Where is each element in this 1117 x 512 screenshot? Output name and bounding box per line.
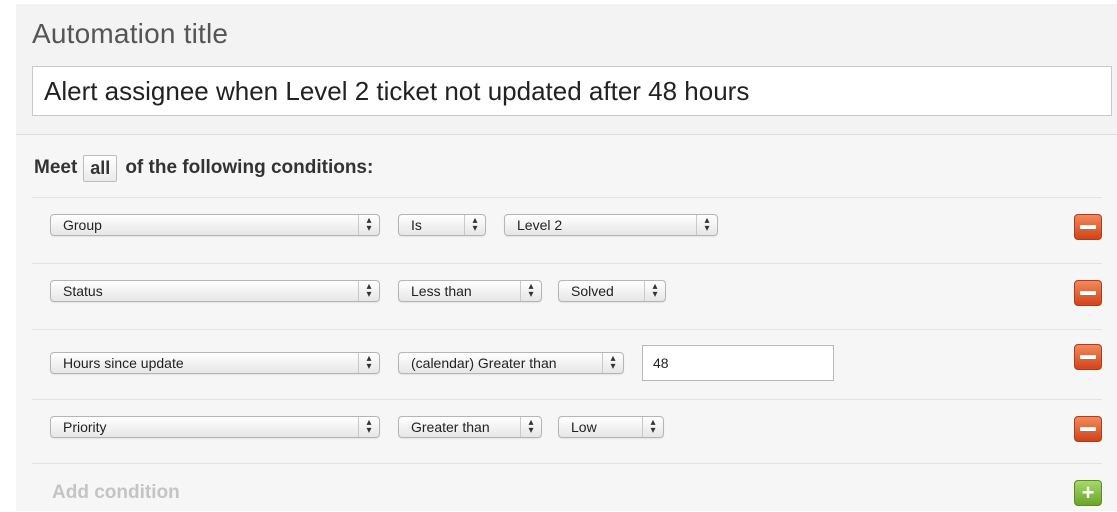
updown-arrows-icon: ▴ ▾ — [464, 215, 485, 235]
automation-title-section: Automation title — [16, 4, 1117, 134]
minus-icon — [1080, 427, 1096, 431]
condition-field-select[interactable]: Status ▴ ▾ — [50, 280, 380, 302]
condition-operator-select[interactable]: (calendar) Greater than ▴ ▾ — [398, 352, 624, 374]
meet-prefix-label: Meet — [34, 157, 78, 178]
condition-field-select[interactable]: Priority ▴ ▾ — [50, 416, 380, 438]
condition-operator-select[interactable]: Less than ▴ ▾ — [398, 280, 542, 302]
updown-arrows-icon: ▴ ▾ — [642, 417, 663, 437]
updown-arrows-icon: ▴ ▾ — [644, 281, 665, 301]
conditions-panel: Meet all of the following conditions: Gr… — [16, 134, 1117, 511]
select-value: (calendar) Greater than — [411, 355, 557, 371]
select-value: Hours since update — [63, 355, 184, 371]
automation-title-input[interactable] — [32, 66, 1112, 116]
select-value: Greater than — [411, 419, 490, 435]
remove-condition-button[interactable] — [1074, 214, 1102, 240]
plus-icon: + — [1081, 480, 1095, 505]
condition-operator-select[interactable]: Is ▴ ▾ — [398, 214, 486, 236]
meet-mode-select[interactable]: all — [83, 154, 118, 182]
minus-icon — [1080, 355, 1096, 359]
remove-condition-button[interactable] — [1074, 280, 1102, 306]
condition-row: Hours since update ▴ ▾ (calendar) Greater… — [32, 329, 1102, 400]
minus-icon — [1080, 225, 1096, 229]
remove-condition-button[interactable] — [1074, 344, 1102, 370]
updown-arrows-icon: ▴ ▾ — [520, 281, 541, 301]
select-value: Group — [63, 217, 102, 233]
condition-row: Status ▴ ▾ Less than ▴ ▾ Solved ▴ ▾ — [32, 263, 1102, 328]
condition-row: Priority ▴ ▾ Greater than ▴ ▾ Low ▴ ▾ — [32, 399, 1102, 464]
updown-arrows-icon: ▴ ▾ — [520, 417, 541, 437]
updown-arrows-icon: ▴ ▾ — [358, 215, 379, 235]
updown-arrows-icon: ▴ ▾ — [602, 353, 623, 373]
automation-title-label: Automation title — [32, 18, 229, 49]
select-value: Status — [63, 283, 103, 299]
select-value: Priority — [63, 419, 107, 435]
add-condition-link[interactable]: Add condition — [52, 482, 180, 504]
updown-arrows-icon: ▴ ▾ — [358, 353, 379, 373]
updown-arrows-icon: ▴ ▾ — [696, 215, 717, 235]
meet-suffix-label: of the following conditions: — [125, 157, 374, 178]
condition-field-select[interactable]: Group ▴ ▾ — [50, 214, 380, 236]
condition-operator-select[interactable]: Greater than ▴ ▾ — [398, 416, 542, 438]
select-value: Is — [411, 217, 422, 233]
select-value: Solved — [571, 283, 614, 299]
select-value: Level 2 — [517, 217, 563, 233]
meet-conditions-line: Meet all of the following conditions: — [34, 153, 373, 183]
updown-arrows-icon: ▴ ▾ — [358, 417, 379, 437]
condition-value-select[interactable]: Solved ▴ ▾ — [558, 280, 666, 302]
add-condition-row: Add condition + — [32, 463, 1102, 512]
add-condition-button[interactable]: + — [1074, 480, 1102, 506]
select-value: Less than — [411, 283, 472, 299]
condition-value-input[interactable] — [642, 345, 834, 381]
minus-icon — [1080, 291, 1096, 295]
remove-condition-button[interactable] — [1074, 416, 1102, 442]
condition-value-select[interactable]: Level 2 ▴ ▾ — [504, 214, 718, 236]
condition-field-select[interactable]: Hours since update ▴ ▾ — [50, 352, 380, 374]
updown-arrows-icon: ▴ ▾ — [358, 281, 379, 301]
condition-row: Group ▴ ▾ Is ▴ ▾ Level 2 ▴ ▾ — [32, 197, 1102, 262]
condition-value-select[interactable]: Low ▴ ▾ — [558, 416, 664, 438]
select-value: Low — [571, 419, 597, 435]
